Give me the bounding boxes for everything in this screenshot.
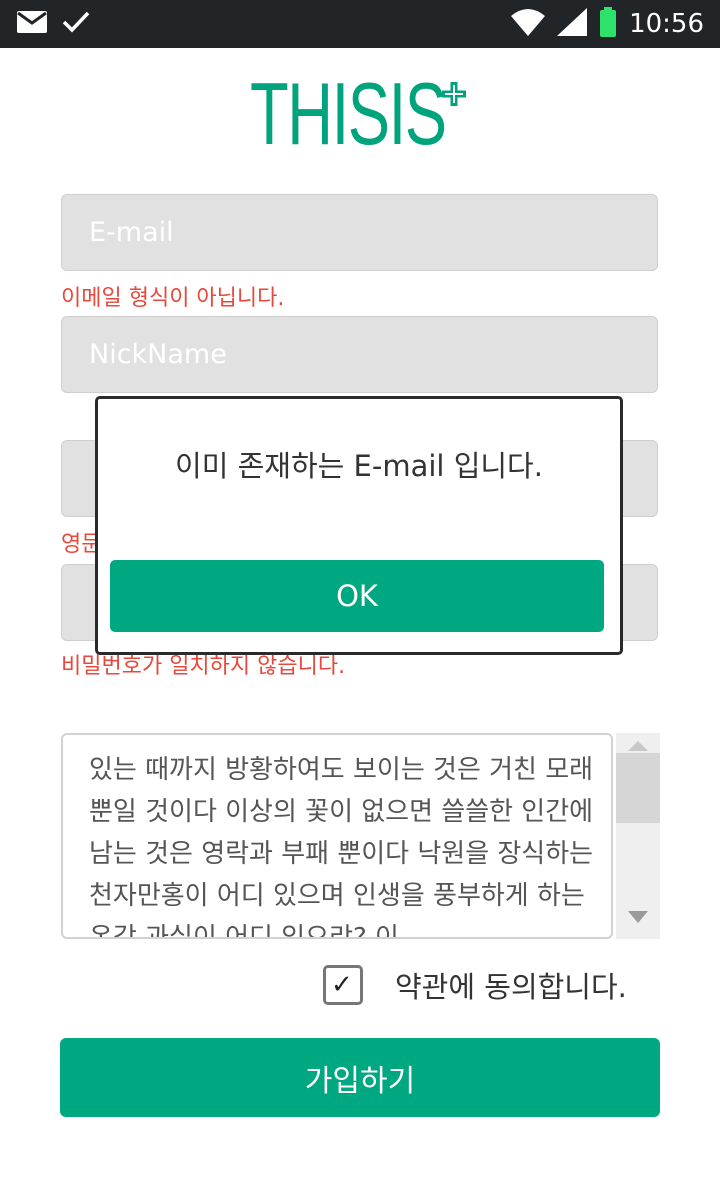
mail-icon: [16, 10, 48, 38]
agree-label[interactable]: 약관에 동의합니다.: [395, 964, 627, 1006]
alert-dialog: 이미 존재하는 E-mail 입니다. OK: [95, 396, 623, 655]
ok-button[interactable]: OK: [110, 560, 604, 632]
nickname-field[interactable]: [62, 317, 657, 392]
plus-icon: [442, 82, 466, 106]
status-time: 10:56: [629, 9, 704, 39]
terms-textarea[interactable]: 있는 때까지 방황하여도 보이는 것은 거친 모래뿐일 것이다 이상의 꽃이 없…: [61, 733, 613, 939]
scroll-up-arrow-icon[interactable]: [628, 741, 648, 751]
scroll-down-arrow-icon[interactable]: [628, 911, 648, 923]
signal-icon: [557, 8, 588, 40]
check-icon: [62, 10, 90, 38]
terms-scrollbar[interactable]: [616, 733, 660, 939]
scroll-thumb[interactable]: [616, 753, 660, 823]
checkmark-icon: ✓: [331, 970, 353, 1000]
email-field-container: [61, 194, 658, 271]
dialog-message: 이미 존재하는 E-mail 입니다.: [175, 449, 543, 483]
terms-text: 있는 때까지 방황하여도 보이는 것은 거친 모래뿐일 것이다 이상의 꽃이 없…: [89, 755, 594, 939]
status-bar: 10:56: [0, 0, 720, 48]
logo-text: THISIS: [250, 64, 447, 163]
battery-icon: [599, 7, 617, 41]
nickname-field-container: [61, 316, 658, 393]
logo: THISIS: [0, 64, 720, 163]
wifi-icon: [511, 8, 546, 40]
email-error: 이메일 형식이 아닙니다.: [61, 286, 285, 311]
signup-button[interactable]: 가입하기: [60, 1038, 660, 1117]
agree-checkbox[interactable]: ✓: [323, 965, 363, 1005]
agree-row: ✓ 약관에 동의합니다.: [323, 964, 627, 1006]
email-field[interactable]: [62, 195, 657, 270]
